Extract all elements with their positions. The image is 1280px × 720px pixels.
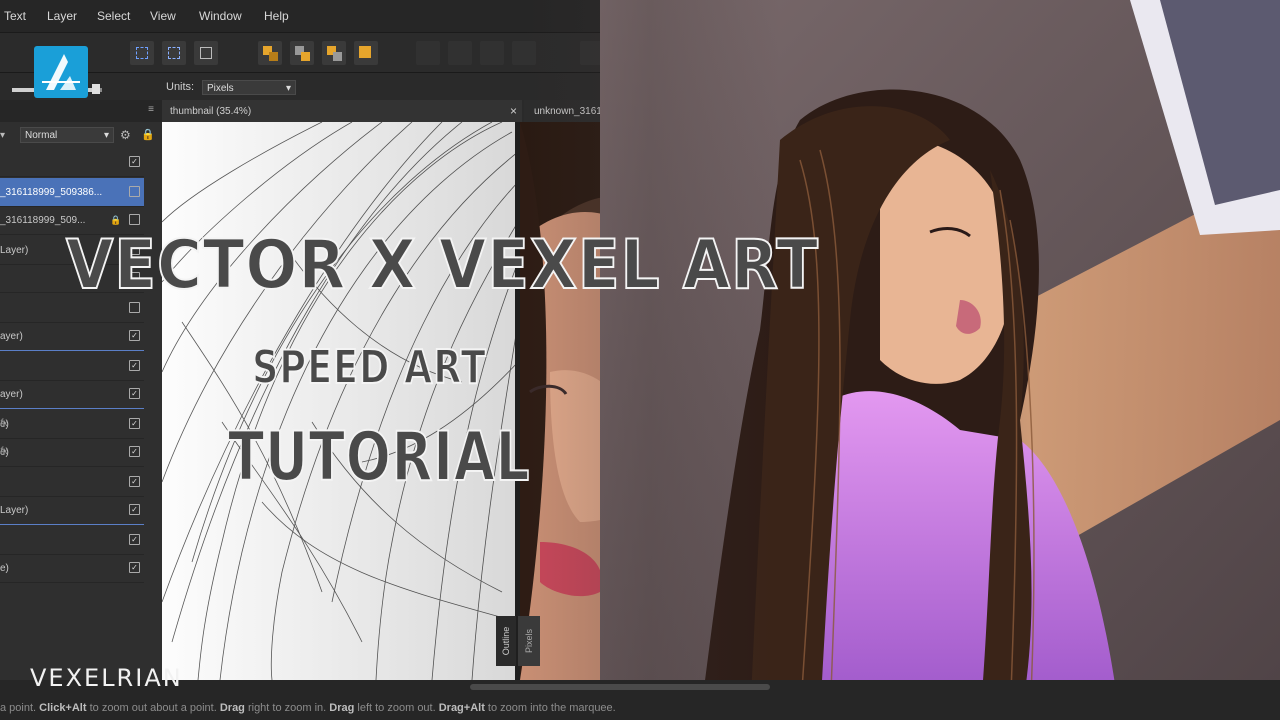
status-shortcut: Drag — [219, 702, 245, 714]
select-all-icon[interactable] — [130, 41, 154, 65]
status-fragment: to zoom out about a point. — [86, 702, 220, 714]
visibility-checkbox[interactable]: ✓ — [129, 476, 140, 487]
layer-name: e) — [0, 563, 9, 574]
title-line-2: SPEED ART — [251, 339, 487, 395]
layers-panel: ≡ ▾ Normal ▾ ⚙ 🔒 ✓ _316118999_509386... _3… — [0, 100, 162, 680]
chevron-down-icon: ▾ — [285, 83, 291, 94]
outline-tab[interactable]: Outline — [496, 616, 516, 666]
pixels-tab[interactable]: Pixels — [518, 616, 540, 666]
visibility-checkbox[interactable]: ✓ — [129, 388, 140, 399]
layer-row[interactable]: e) fx ✓ — [0, 438, 144, 467]
sketch-canvas[interactable] — [162, 122, 518, 680]
arrange-back-icon[interactable] — [258, 41, 282, 65]
lock-icon[interactable]: 🔒 — [110, 215, 121, 226]
status-shortcut: Drag+Alt — [438, 702, 485, 714]
lock-icon[interactable]: 🔒 — [141, 128, 155, 141]
deselect-icon[interactable] — [162, 41, 186, 65]
units-label: Units: — [166, 81, 195, 93]
menu-window[interactable]: Window — [199, 9, 242, 23]
align-right-icon[interactable] — [480, 41, 504, 65]
status-fragment: right to zoom in. — [244, 702, 330, 714]
status-shortcut: Click+Alt — [39, 702, 87, 714]
menu-layer[interactable]: Layer — [47, 9, 77, 23]
layer-name: _316118999_509... — [0, 215, 86, 226]
status-fragment: to zoom into the marquee. — [484, 702, 616, 714]
affinity-designer-logo — [34, 46, 88, 98]
layer-row[interactable]: _316118999_509386... — [0, 178, 144, 207]
visibility-checkbox[interactable] — [129, 214, 140, 225]
layer-row[interactable]: Layer) ✓ — [0, 496, 144, 525]
background-fade — [520, 0, 780, 720]
invert-selection-icon[interactable] — [194, 41, 218, 65]
pixels-tab-label: Pixels — [524, 628, 534, 654]
arrange-front-icon[interactable] — [354, 41, 378, 65]
layer-name: Layer) — [0, 245, 29, 256]
blend-mode-dropdown[interactable]: Normal ▾ — [20, 127, 114, 143]
status-fragment: a point. — [0, 702, 40, 714]
layer-name: _316118999_509386... — [0, 187, 103, 198]
visibility-checkbox[interactable]: ✓ — [129, 504, 140, 515]
layer-row[interactable]: ✓ — [0, 468, 144, 497]
layer-name: ayer) — [0, 331, 23, 342]
menu-select[interactable]: Select — [97, 9, 130, 23]
blend-mode-value: Normal — [25, 130, 58, 141]
menu-help[interactable]: Help — [264, 9, 289, 23]
visibility-checkbox[interactable]: ✓ — [129, 330, 140, 341]
layer-row[interactable]: ayer) ✓ — [0, 380, 144, 409]
layer-row[interactable]: ✓ — [0, 526, 144, 555]
outline-tab-label: Outline — [501, 626, 511, 656]
fx-icon[interactable]: fx — [0, 446, 122, 457]
horizontal-scrollbar[interactable] — [470, 684, 770, 690]
layer-row[interactable]: ✓ — [0, 352, 144, 381]
visibility-checkbox[interactable]: ✓ — [129, 534, 140, 545]
status-hint-text: a point. Click+Alt to zoom out about a p… — [0, 702, 616, 714]
title-line-1: VECTOR X VEXEL ART — [65, 225, 819, 306]
panel-header: ≡ — [0, 100, 162, 122]
units-dropdown[interactable]: Pixels ▾ — [202, 80, 296, 95]
watermark: VEXELRIAN — [30, 664, 183, 692]
status-fragment: left to zoom out. — [354, 702, 439, 714]
panel-menu-icon[interactable]: ≡ — [148, 104, 154, 115]
close-icon[interactable]: × — [510, 104, 517, 118]
tab-thumbnail[interactable]: thumbnail (35.4%) × — [162, 100, 522, 122]
layer-row[interactable]: e) ✓ — [0, 554, 144, 583]
visibility-checkbox[interactable]: ✓ — [129, 156, 140, 167]
layer-row[interactable]: ✓ — [0, 148, 144, 177]
visibility-checkbox[interactable]: ✓ — [129, 446, 140, 457]
zoom-slider-thumb[interactable] — [92, 84, 100, 94]
fx-icon[interactable]: fx — [0, 418, 122, 429]
layer-name: Layer) — [0, 505, 29, 516]
layer-name: ayer) — [0, 389, 23, 400]
visibility-checkbox[interactable] — [129, 186, 140, 197]
arrange-backward-icon[interactable] — [290, 41, 314, 65]
title-line-3: TUTORIAL — [227, 417, 531, 498]
menu-view[interactable]: View — [150, 9, 176, 23]
menu-text[interactable]: Text — [4, 9, 26, 23]
layer-row[interactable]: ayer) ✓ — [0, 322, 144, 351]
layer-row[interactable]: e) fx ✓ — [0, 410, 144, 439]
visibility-checkbox[interactable]: ✓ — [129, 562, 140, 573]
units-value: Pixels — [207, 83, 234, 94]
status-shortcut: Drag — [329, 702, 355, 714]
tab-thumbnail-label: thumbnail (35.4%) — [170, 106, 252, 117]
visibility-checkbox[interactable]: ✓ — [129, 360, 140, 371]
arrange-forward-icon[interactable] — [322, 41, 346, 65]
chevron-down-icon: ▾ — [103, 130, 109, 141]
align-left-icon[interactable] — [416, 41, 440, 65]
gear-icon[interactable]: ⚙ — [120, 128, 131, 142]
align-center-icon[interactable] — [448, 41, 472, 65]
opacity-chevron-icon[interactable]: ▾ — [0, 130, 5, 141]
visibility-checkbox[interactable]: ✓ — [129, 418, 140, 429]
